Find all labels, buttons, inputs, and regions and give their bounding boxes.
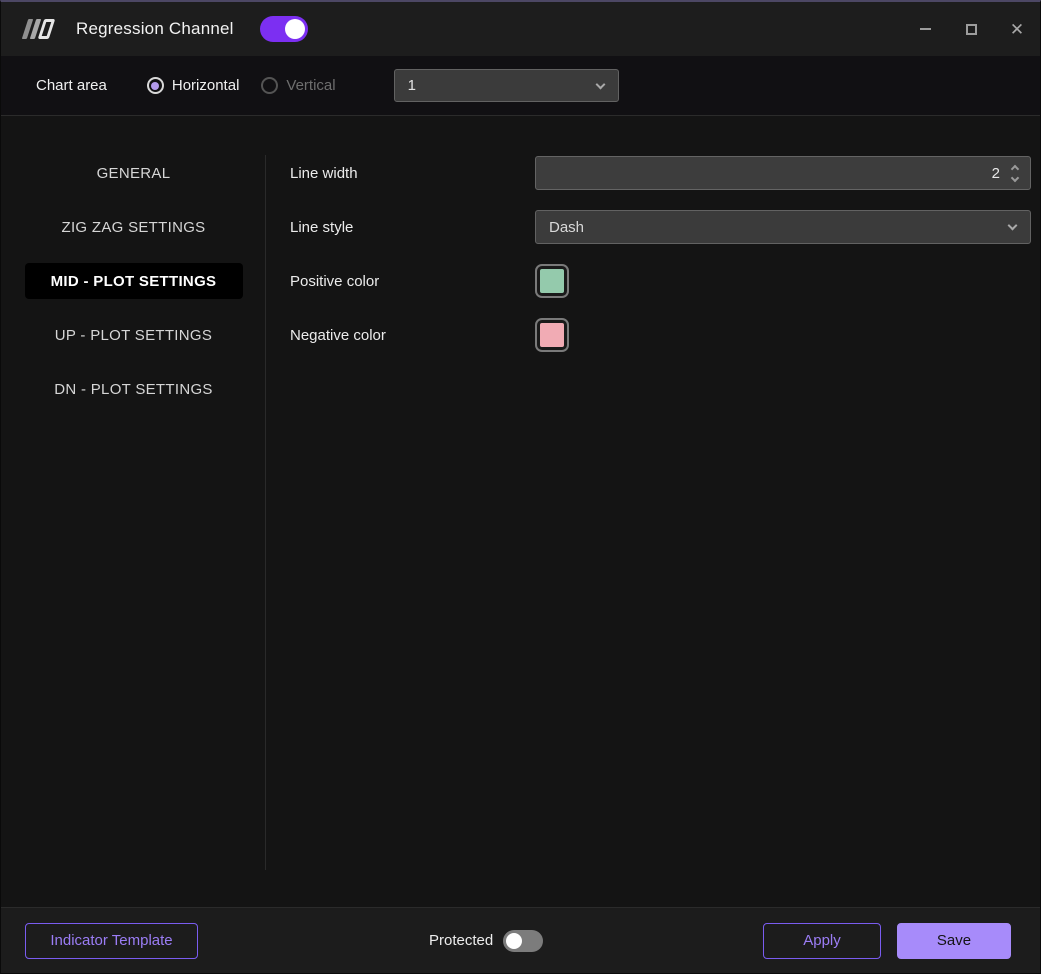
maximize-button[interactable] [948,2,994,56]
minimize-button[interactable] [902,2,948,56]
chart-number-value: 1 [407,77,416,94]
radio-horizontal-circle [146,77,164,94]
orientation-radio-group: Horizontal Vertical [146,77,358,94]
close-icon: ✕ [1009,19,1025,39]
positive-color-picker[interactable] [535,264,569,298]
chevron-down-icon [1007,220,1018,231]
settings-sidebar: GENERAL ZIG ZAG SETTINGS MID - PLOT SETT… [1,116,266,907]
chart-number-dropdown[interactable]: 1 [393,69,619,102]
logo-stripe-outline [37,19,56,39]
maximize-icon [965,23,977,35]
radio-horizontal-label: Horizontal [171,77,240,94]
line-style-row: Line style Dash [290,210,1031,244]
indicator-settings-window: Regression Channel ✕ Chart area Horizont… [0,0,1041,974]
negative-color-row: Negative color [290,318,1031,352]
stepper-down-icon [1010,173,1020,182]
settings-panel: Line width 2 Line style Dash Positive co… [266,116,1040,907]
line-style-value: Dash [549,218,585,236]
window-controls: ✕ [902,2,1040,56]
line-style-dropdown[interactable]: Dash [535,210,1031,244]
minimize-icon [919,28,931,30]
tab-up-plot-settings[interactable]: UP - PLOT SETTINGS [25,317,243,353]
chart-area-toolbar: Chart area Horizontal Vertical 1 [1,56,1040,116]
content-area: GENERAL ZIG ZAG SETTINGS MID - PLOT SETT… [1,116,1040,907]
tab-dn-plot-settings[interactable]: DN - PLOT SETTINGS [25,371,243,407]
line-style-label: Line style [290,218,354,236]
app-logo-icon [21,18,56,40]
footer-bar: Indicator Template Protected Apply Save [1,907,1040,973]
line-width-input[interactable]: 2 [535,156,1031,190]
protected-label: Protected [429,932,494,949]
close-button[interactable]: ✕ [994,2,1040,56]
line-width-stepper[interactable] [1000,164,1030,182]
radio-selected-dot [151,81,160,90]
indicator-template-button[interactable]: Indicator Template [25,922,198,959]
negative-color-label: Negative color [290,326,386,344]
radio-vertical-label: Vertical [286,77,336,94]
protected-toggle[interactable] [503,929,544,952]
positive-color-row: Positive color [290,264,1031,298]
window-title: Regression Channel [76,19,234,38]
tab-mid-plot-settings[interactable]: MID - PLOT SETTINGS [24,263,243,299]
chevron-down-icon [595,79,606,90]
title-bar: Regression Channel ✕ [1,2,1040,56]
indicator-enabled-toggle[interactable] [259,16,308,42]
negative-color-picker[interactable] [535,318,569,352]
sidebar-divider [265,155,266,870]
radio-horizontal[interactable]: Horizontal [146,77,240,94]
line-width-label: Line width [290,164,358,182]
negative-color-chip [540,323,564,347]
apply-button[interactable]: Apply [763,922,881,959]
stepper-up-icon [1010,164,1020,173]
protected-group: Protected [429,929,544,952]
line-width-value: 2 [991,164,1000,182]
positive-color-label: Positive color [290,272,380,290]
chart-area-label: Chart area [36,77,107,94]
toggle-knob [284,19,305,39]
tab-zigzag-settings[interactable]: ZIG ZAG SETTINGS [25,209,243,245]
save-button[interactable]: Save [897,922,1011,959]
tab-general[interactable]: GENERAL [25,155,243,191]
toggle-knob [506,932,523,949]
radio-vertical[interactable]: Vertical [261,77,336,94]
radio-vertical-circle [261,77,279,94]
line-width-row: Line width 2 [290,156,1031,190]
positive-color-chip [540,269,564,293]
